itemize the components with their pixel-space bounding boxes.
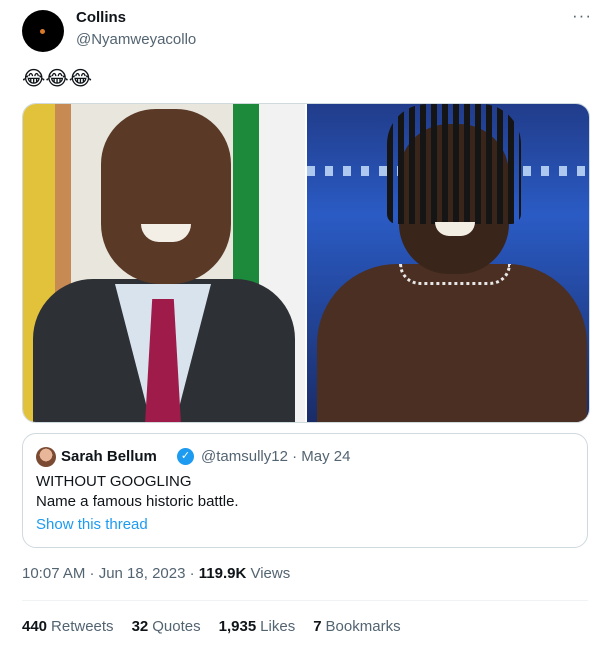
stat-quotes[interactable]: 32 Quotes bbox=[132, 618, 201, 635]
engagement-stats: 440 Retweets 32 Quotes 1,935 Likes 7 Bookmar… bbox=[22, 618, 401, 635]
stat-bookmarks[interactable]: 7 Bookmarks bbox=[313, 618, 400, 635]
media-photo-left[interactable] bbox=[23, 104, 305, 422]
tweet-timestamp[interactable]: 10:07 AM · Jun 18, 2023 · 119.9K Views bbox=[22, 565, 290, 582]
quoted-text-line1: WITHOUT GOOGLING bbox=[36, 473, 192, 490]
quoted-tweet[interactable]: Sarah Bellum ✓ @tamsully12 · May 24 WITH… bbox=[22, 433, 588, 548]
stat-retweets[interactable]: 440 Retweets bbox=[22, 618, 114, 635]
necklace-shape bbox=[399, 264, 511, 285]
torso-shape bbox=[317, 264, 587, 422]
media-photo-right[interactable] bbox=[307, 104, 589, 422]
more-options-icon[interactable]: ··· bbox=[572, 6, 592, 26]
author-handle[interactable]: @Nyamweyacollo bbox=[76, 31, 196, 48]
quoted-text-line2: Name a famous historic battle. bbox=[36, 493, 239, 510]
author-name[interactable]: Collins bbox=[76, 9, 126, 26]
head-shape bbox=[101, 109, 231, 284]
views-label: Views bbox=[246, 565, 291, 582]
show-thread-link[interactable]: Show this thread bbox=[36, 516, 148, 533]
tweet-media[interactable] bbox=[22, 103, 590, 423]
quoted-avatar bbox=[36, 447, 56, 467]
quoted-author-name: Sarah Bellum bbox=[61, 448, 157, 465]
hair-shape bbox=[387, 104, 521, 224]
verified-badge-icon: ✓ bbox=[177, 448, 194, 465]
avatar[interactable] bbox=[22, 10, 64, 52]
tweet-text: 😂😂😂 bbox=[22, 68, 93, 90]
quoted-meta: @tamsully12 · May 24 bbox=[201, 448, 351, 465]
timestamp-time[interactable]: 10:07 AM · Jun 18, 2023 · bbox=[22, 565, 199, 582]
divider bbox=[22, 600, 588, 601]
views-count: 119.9K bbox=[198, 565, 247, 582]
stat-likes[interactable]: 1,935 Likes bbox=[219, 618, 296, 635]
